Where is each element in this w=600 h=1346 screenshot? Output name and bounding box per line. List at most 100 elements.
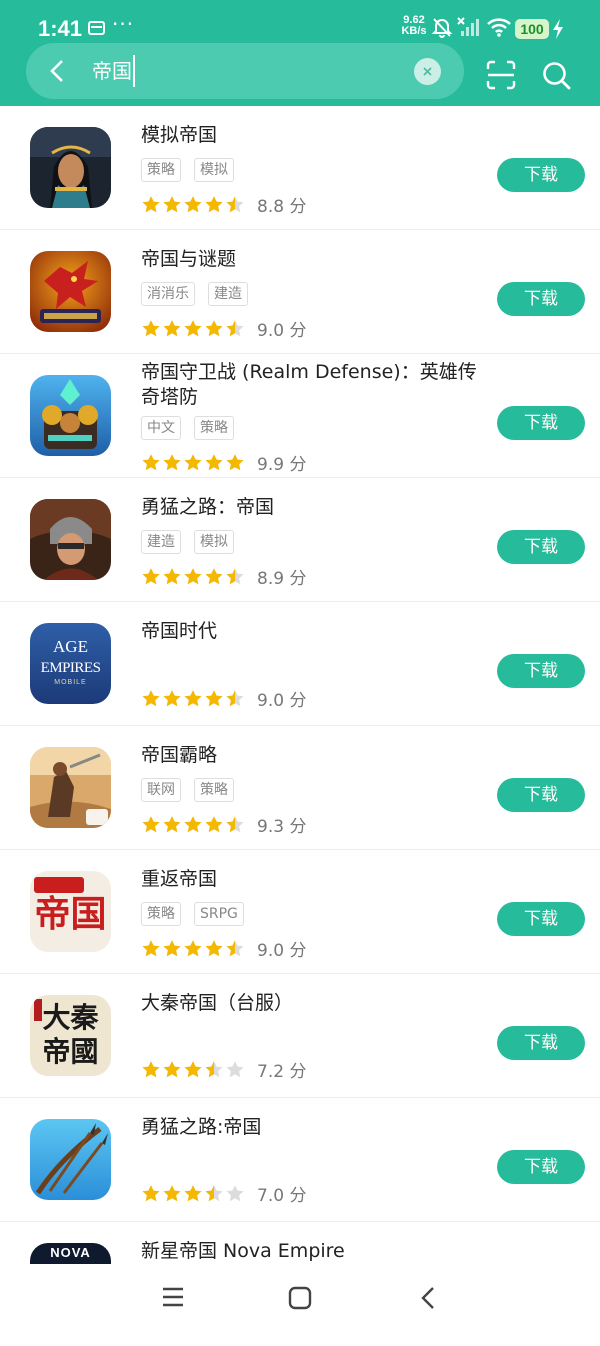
scan-icon[interactable] [486, 60, 516, 90]
download-button[interactable]: 下载 [497, 158, 585, 192]
back-icon[interactable] [44, 57, 72, 85]
icon-text: 帝国 [34, 894, 107, 935]
search-input[interactable]: 帝国 [92, 55, 135, 87]
star-rating [141, 318, 246, 337]
list-item[interactable]: 帝国与谜题 消消乐 建造 9.0 分 下载 [0, 230, 600, 354]
home-icon[interactable] [288, 1286, 312, 1310]
app-score: 7.0 分 [257, 1186, 307, 1206]
app-score: 9.0 分 [257, 691, 307, 711]
star-rating [141, 1183, 246, 1202]
star-icon [184, 196, 202, 213]
app-rating: 9.0 分 [141, 316, 306, 341]
star-icon [142, 568, 160, 585]
daqin-calligraphy-icon: 大秦 帝國 [30, 995, 111, 1076]
star-icon [226, 1185, 244, 1202]
search-results-list: 模拟帝国 策略 模拟 8.8 分 下载 帝国与谜题 消消乐 建造 9.0 分 下… [0, 106, 600, 1346]
star-icon [226, 454, 244, 471]
star-icon [163, 320, 181, 337]
star-icon [142, 1061, 160, 1078]
app-rating: 9.0 分 [141, 686, 306, 711]
app-rating: 9.3 分 [141, 812, 306, 837]
star-icon [184, 454, 202, 471]
app-tags: 建造 模拟 [141, 530, 247, 554]
search-bar[interactable]: 帝国 [26, 43, 464, 99]
list-item[interactable]: 大秦 帝國 大秦帝国（台服） 7.2 分 下载 [0, 974, 600, 1098]
star-icon [163, 1061, 181, 1078]
download-button[interactable]: 下载 [497, 654, 585, 688]
download-button[interactable]: 下载 [497, 1026, 585, 1060]
star-icon [226, 690, 244, 707]
crossed-spears-icon [30, 1119, 111, 1200]
menu-icon[interactable] [161, 1286, 185, 1308]
star-icon [163, 454, 181, 471]
star-icon [184, 1061, 202, 1078]
star-icon [184, 568, 202, 585]
app-score: 9.9 分 [257, 455, 307, 475]
app-tags: 策略 SRPG [141, 902, 257, 926]
star-icon [142, 1185, 160, 1202]
search-icon[interactable] [541, 60, 571, 90]
icon-text: AGE [53, 637, 88, 656]
star-icon [226, 196, 244, 213]
list-item[interactable]: 模拟帝国 策略 模拟 8.8 分 下载 [0, 106, 600, 230]
app-score: 9.0 分 [257, 321, 307, 341]
icon-banner [34, 877, 84, 893]
star-icon [226, 1061, 244, 1078]
app-tags: 消消乐 建造 [141, 282, 261, 306]
download-button[interactable]: 下载 [497, 282, 585, 316]
list-item[interactable]: 勇猛之路:帝国 7.0 分 下载 [0, 1098, 600, 1222]
back-nav-icon[interactable] [418, 1286, 438, 1310]
age-of-empires-logo-icon: AGE EMPIRES MOBILE [30, 623, 111, 704]
list-item[interactable]: 帝国守卫战 (Realm Defense)：英雄传奇塔防 中文 策略 9.9 分 … [0, 354, 600, 478]
star-icon [205, 320, 223, 337]
star-icon [205, 816, 223, 833]
app-header: 1:41 ··· 9.62 KB/s 100 帝国 [0, 0, 600, 106]
battery-icon: 100 [515, 19, 549, 39]
star-icon [226, 320, 244, 337]
star-icon [184, 320, 202, 337]
download-button[interactable]: 下载 [497, 1150, 585, 1184]
app-rating: 8.9 分 [141, 564, 306, 589]
star-rating [141, 814, 246, 833]
star-icon [205, 1185, 223, 1202]
star-icon [205, 196, 223, 213]
app-tag: SRPG [194, 902, 244, 926]
clear-search-button[interactable] [414, 58, 441, 85]
app-name: 模拟帝国 [141, 124, 218, 146]
signal-icon [457, 17, 479, 36]
app-rating: 7.0 分 [141, 1181, 306, 1206]
list-item[interactable]: 勇猛之路：帝国 建造 模拟 8.9 分 下载 [0, 478, 600, 602]
net-speed-unit: KB/s [401, 25, 427, 37]
list-item[interactable]: 帝国 重返帝国 策略 SRPG 9.0 分 下载 [0, 850, 600, 974]
download-button[interactable]: 下载 [497, 902, 585, 936]
list-item[interactable]: AGE EMPIRES MOBILE 帝国时代 9.0 分 下载 [0, 602, 600, 726]
star-rating [141, 452, 246, 471]
app-score: 7.2 分 [257, 1062, 307, 1082]
app-score: 9.0 分 [257, 941, 307, 961]
download-button[interactable]: 下载 [497, 530, 585, 564]
star-icon [163, 1185, 181, 1202]
wifi-icon [487, 18, 511, 37]
star-icon [205, 568, 223, 585]
system-nav-bar [0, 1264, 600, 1333]
app-tags: 中文 策略 [141, 416, 247, 440]
download-button[interactable]: 下载 [497, 406, 585, 440]
list-item[interactable]: 帝国霸略 联网 策略 9.3 分 下载 [0, 726, 600, 850]
app-tag: 消消乐 [141, 282, 195, 306]
app-score: 8.9 分 [257, 569, 307, 589]
app-name: 勇猛之路:帝国 [141, 1116, 262, 1138]
app-tag: 模拟 [194, 158, 234, 182]
star-icon [184, 940, 202, 957]
star-icon [205, 1061, 223, 1078]
star-icon [142, 196, 160, 213]
star-icon [205, 454, 223, 471]
star-icon [142, 320, 160, 337]
download-button[interactable]: 下载 [497, 778, 585, 812]
mute-icon [431, 18, 453, 38]
star-icon [142, 454, 160, 471]
icon-text: NOVA [50, 1245, 91, 1260]
app-tag: 策略 [194, 778, 234, 802]
app-rating: 9.0 分 [141, 936, 306, 961]
app-tag: 中文 [141, 416, 181, 440]
star-icon [226, 568, 244, 585]
